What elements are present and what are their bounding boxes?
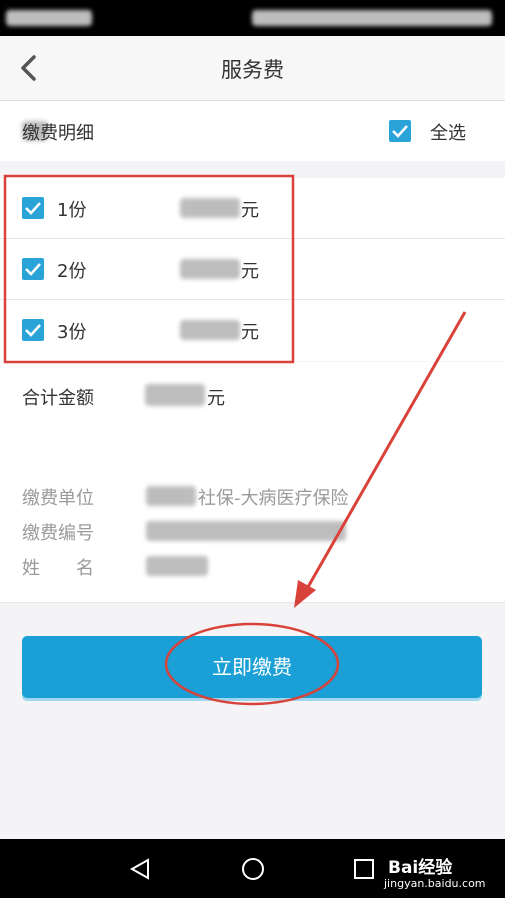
watermark-url: jingyan.baidu.com: [384, 877, 486, 890]
watermark-brand: Bai经验: [388, 858, 453, 878]
annotation-overlay: [3, 174, 467, 706]
arrow-line: [302, 311, 467, 595]
navigation-bar: Bai经验 jingyan.baidu.com: [0, 839, 505, 898]
highlight-circle: [164, 622, 340, 706]
arrow-head: [294, 580, 316, 608]
recent-apps-icon[interactable]: [352, 857, 376, 881]
highlight-box: [3, 174, 295, 364]
home-circle-icon[interactable]: [240, 856, 266, 882]
back-triangle-icon[interactable]: [128, 857, 152, 881]
